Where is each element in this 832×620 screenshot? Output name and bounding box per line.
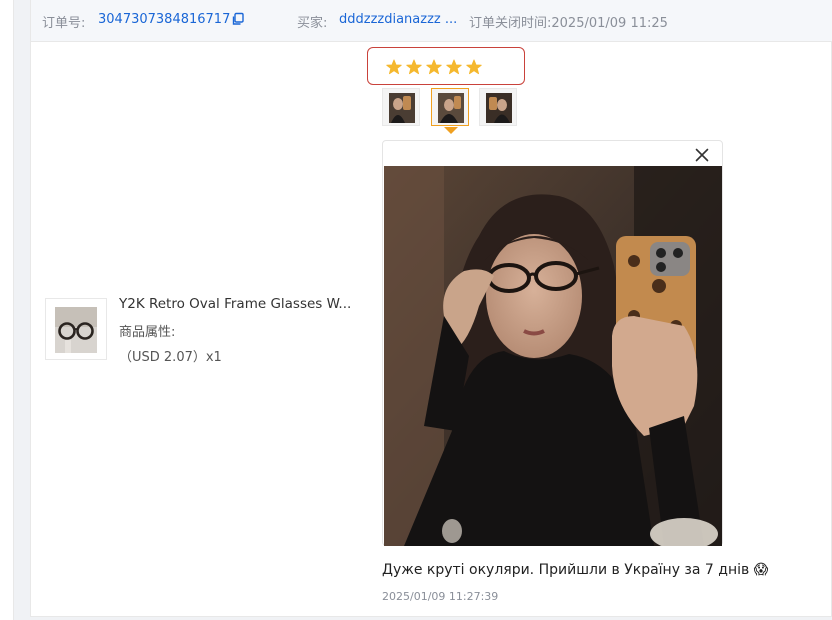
order-header: 订单号: 3047307384816717 买家: dddzzzdianazzz… [31, 0, 832, 42]
rating-highlight-box [367, 47, 525, 85]
review-photo-large[interactable] [384, 166, 722, 546]
order-number-label: 订单号: [42, 16, 86, 31]
buyer-name-link[interactable]: dddzzzdianazzz ... [339, 12, 457, 27]
product-thumbnail[interactable] [45, 298, 107, 360]
star-icon [446, 59, 462, 75]
order-number-link[interactable]: 3047307384816717 [98, 12, 230, 27]
star-icon [406, 59, 422, 75]
review-date: 2025/01/09 11:27:39 [382, 590, 499, 603]
review-photo-thumbnail-1[interactable] [382, 88, 420, 126]
product-price-quantity: （USD 2.07）x1 [119, 350, 222, 365]
left-edge-panel [0, 0, 14, 620]
review-text: Дуже круті окуляри. Прийшли в Україну за… [382, 562, 769, 578]
star-icon [426, 59, 442, 75]
star-icon [386, 59, 402, 75]
selected-thumbnail-caret [444, 127, 458, 134]
buyer-label: 买家: [297, 16, 328, 31]
review-photo-thumbnail-2[interactable] [431, 88, 469, 126]
order-close-time: 订单关闭时间:2025/01/09 11:25 [469, 16, 668, 31]
product-title[interactable]: Y2K Retro Oval Frame Glasses W... [119, 296, 351, 312]
close-icon[interactable] [693, 146, 711, 164]
review-photo-thumbnail-3[interactable] [479, 88, 517, 126]
copy-icon[interactable] [231, 12, 245, 26]
order-review-card: 订单号: 3047307384816717 买家: dddzzzdianazzz… [30, 0, 832, 617]
product-attributes-label: 商品属性: [119, 325, 176, 340]
review-photo-viewer [382, 140, 723, 546]
star-icon [466, 59, 482, 75]
